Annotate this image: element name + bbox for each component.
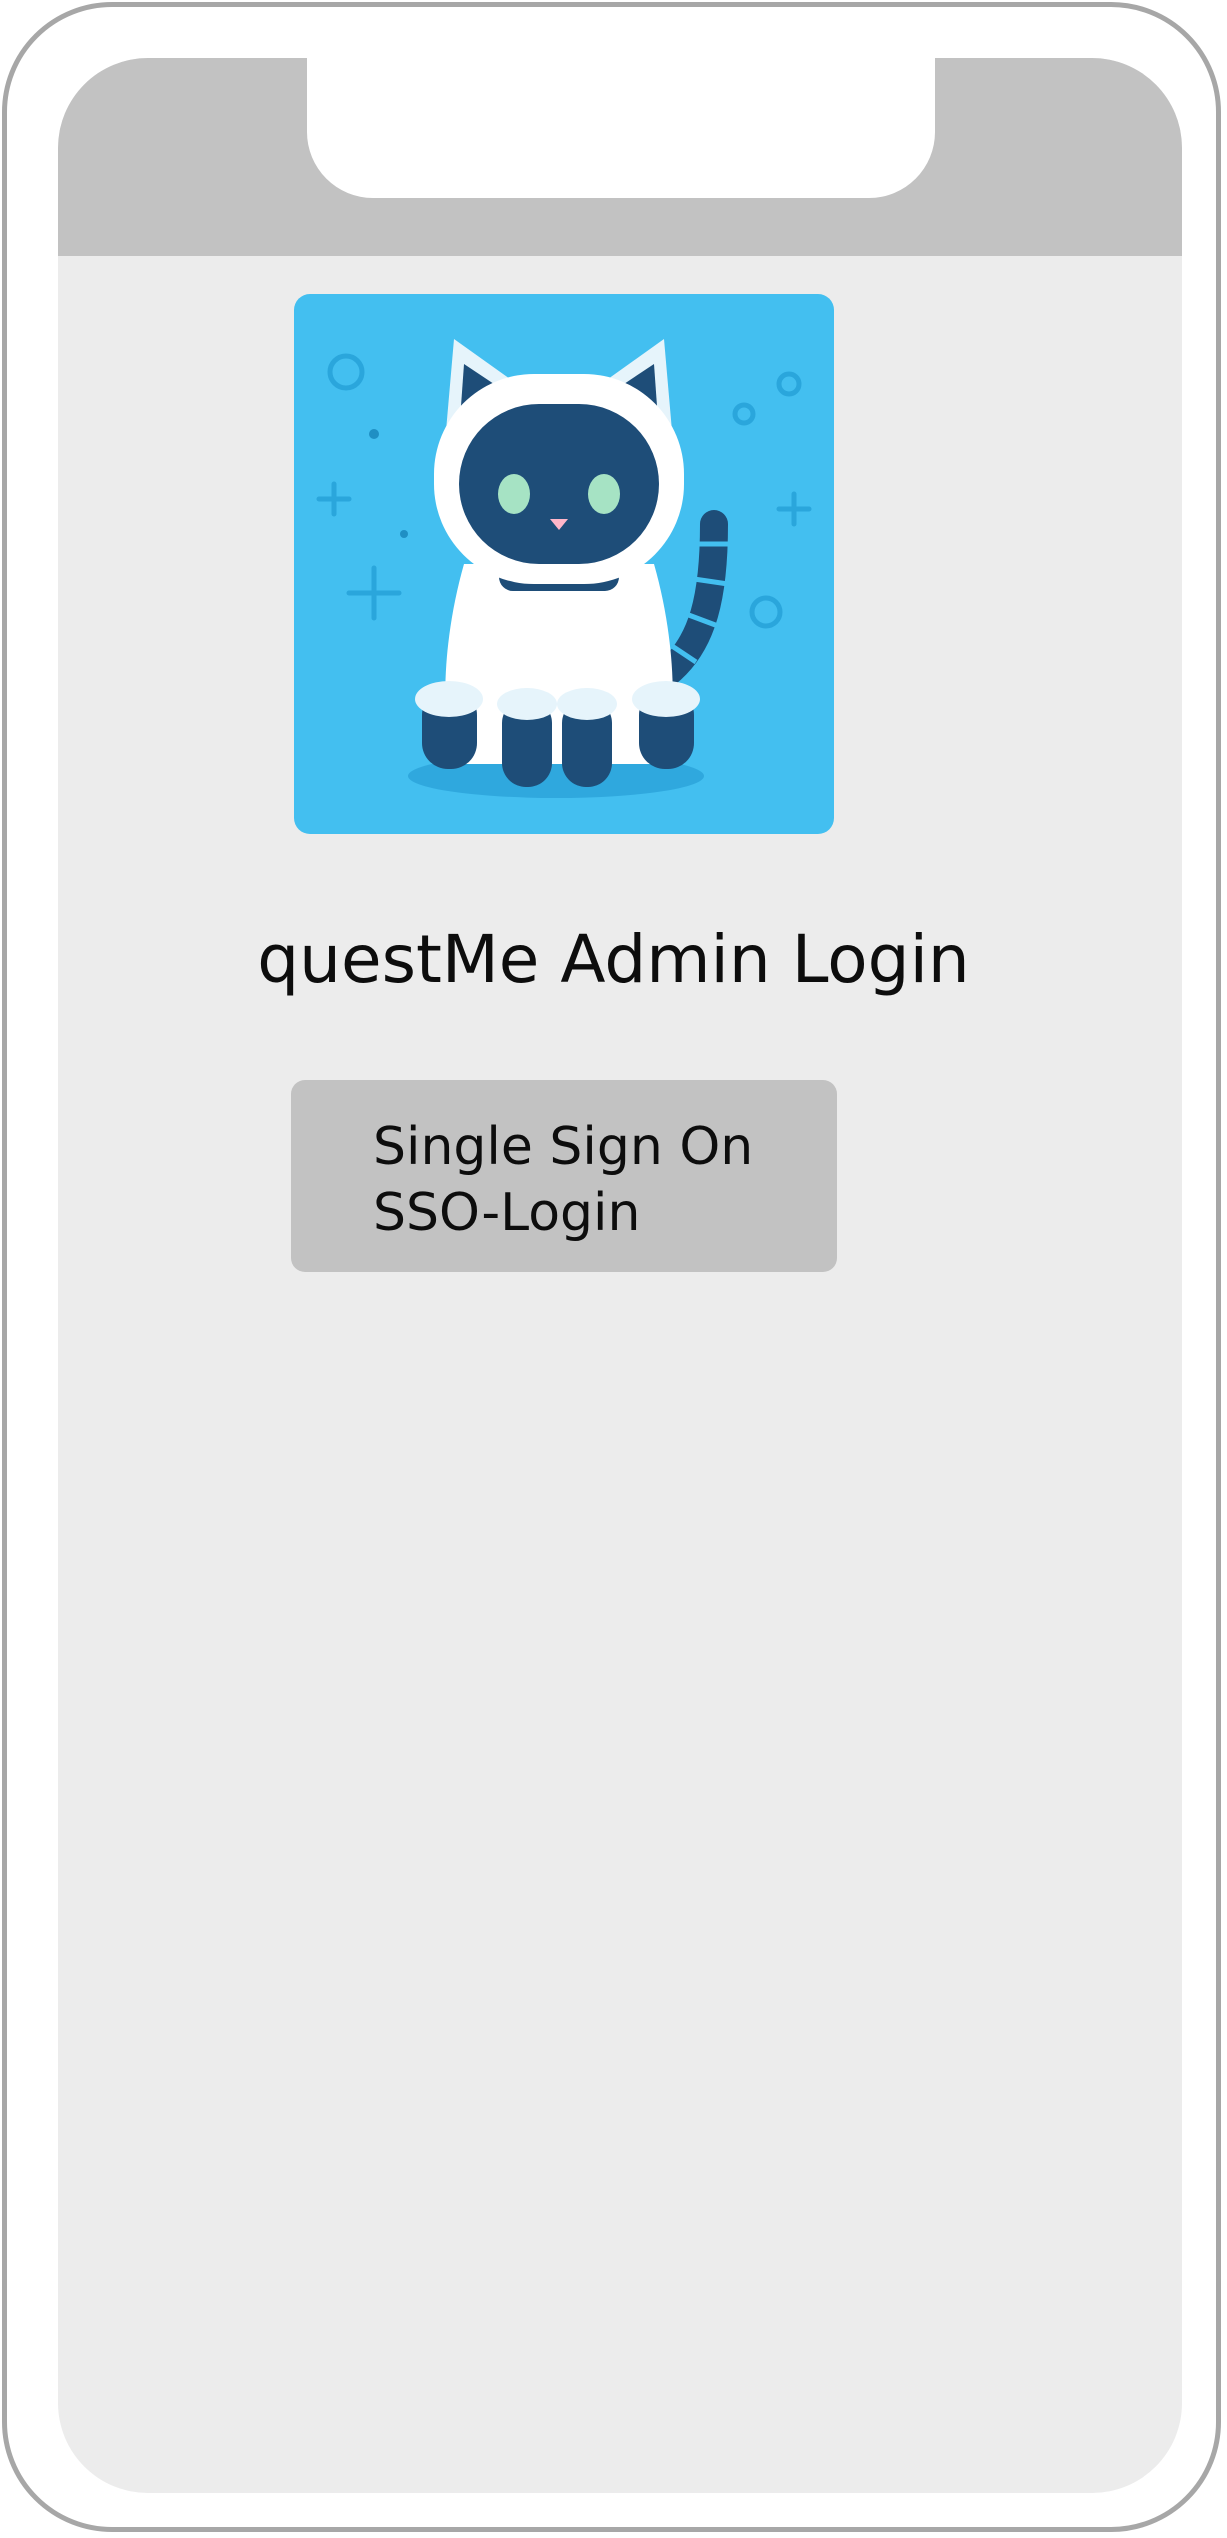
page-title: questMe Admin Login — [257, 921, 970, 998]
app-logo — [294, 294, 834, 834]
sso-login-button[interactable]: Single Sign On SSO-Login — [291, 1080, 837, 1272]
sso-button-label-line1: Single Sign On — [373, 1117, 754, 1177]
device-notch — [307, 58, 935, 198]
sso-button-label-line2: SSO-Login — [373, 1183, 641, 1243]
robot-cat-icon — [294, 294, 834, 834]
